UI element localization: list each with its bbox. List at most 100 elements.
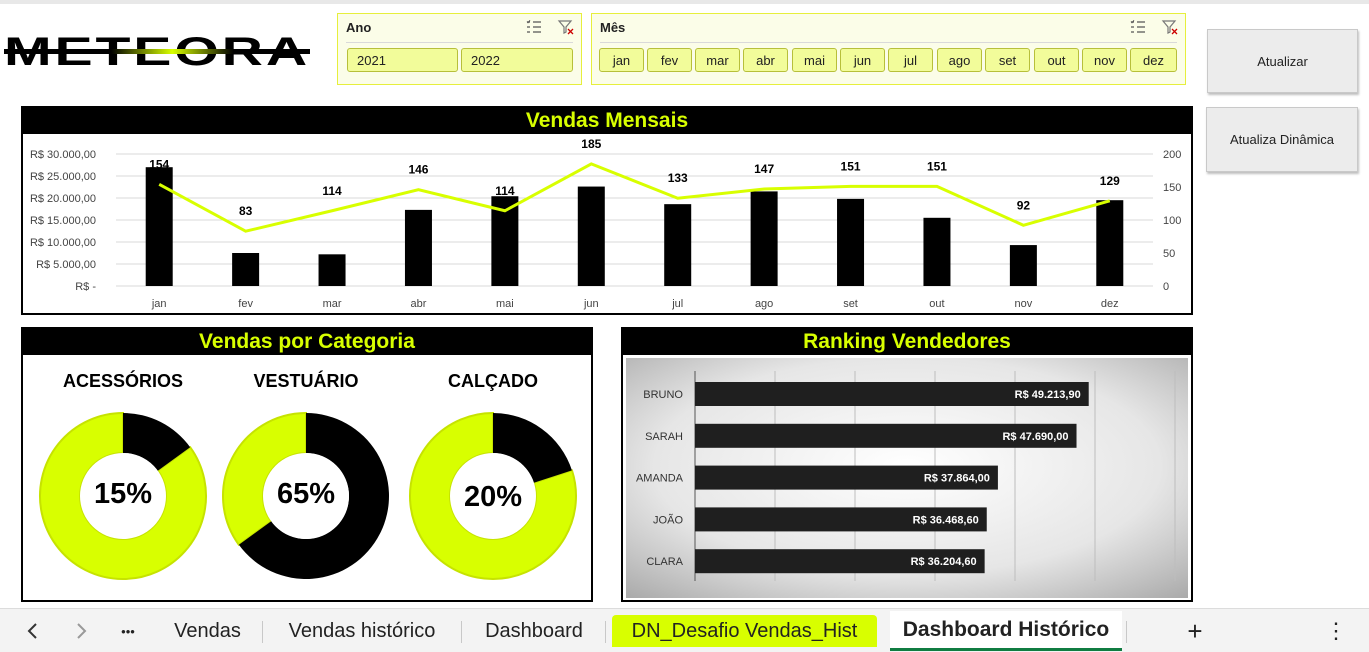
bar-fev bbox=[232, 253, 260, 286]
chevron-left-icon bbox=[27, 623, 37, 639]
data-label-fev: 83 bbox=[239, 204, 253, 218]
data-label-jun: 185 bbox=[581, 137, 601, 151]
x-tick-dez: dez bbox=[1101, 298, 1119, 310]
month-option-mai[interactable]: mai bbox=[792, 48, 837, 72]
y-tick-right: 50 bbox=[1163, 248, 1175, 260]
ranking-value-label: R$ 37.864,00 bbox=[924, 473, 990, 485]
month-option-fev[interactable]: fev bbox=[647, 48, 692, 72]
bar-nov bbox=[1009, 245, 1037, 286]
month-option-jan[interactable]: jan bbox=[599, 48, 644, 72]
category-label-vestuario: VESTUÁRIO bbox=[253, 371, 359, 391]
data-label-dez: 129 bbox=[1100, 174, 1120, 188]
tab-dashboard-historico[interactable]: Dashboard Histórico bbox=[890, 611, 1122, 651]
more-sheets-button[interactable]: ••• bbox=[110, 615, 146, 647]
data-label-mai: 114 bbox=[495, 184, 515, 198]
ranking-value-label: R$ 49.213,90 bbox=[1015, 389, 1081, 401]
ranking-panel: Ranking Vendedores BRUNO R$ 49.213,90 SARA… bbox=[621, 327, 1193, 602]
y-tick-left: R$ 30.000,00 bbox=[30, 149, 96, 161]
top-border bbox=[0, 0, 1369, 4]
category-label-calcado: CALÇADO bbox=[448, 371, 538, 391]
month-option-jun[interactable]: jun bbox=[840, 48, 885, 72]
sheet-options-button[interactable]: ⋮ bbox=[1322, 615, 1350, 647]
refresh-dynamic-button[interactable]: Atualiza Dinâmica bbox=[1206, 107, 1358, 172]
y-tick-left: R$ 5.000,00 bbox=[36, 259, 96, 271]
category-panel: Vendas por Categoria ACESSÓRIOS VESTUÁRI… bbox=[21, 327, 593, 602]
year-option-2021[interactable]: 2021 bbox=[347, 48, 458, 72]
month-option-mar[interactable]: mar bbox=[695, 48, 740, 72]
bar-jul bbox=[664, 204, 692, 286]
monthly-sales-panel: Vendas Mensais R$ 30.000,00 R$ 25.000,00 R… bbox=[21, 106, 1193, 315]
y-tick-left: R$ 20.000,00 bbox=[30, 193, 96, 205]
data-label-ago: 147 bbox=[754, 162, 774, 176]
dashboard-window: METEORA Ano 2021 2022 Mês jan fev mar ab… bbox=[0, 0, 1369, 652]
data-label-out: 151 bbox=[927, 159, 947, 173]
prev-sheet-button[interactable] bbox=[18, 615, 48, 647]
monthly-sales-title: Vendas Mensais bbox=[23, 108, 1191, 134]
ranking-name: JOÃO bbox=[653, 513, 683, 526]
ranking-value-label: R$ 36.468,60 bbox=[913, 514, 979, 526]
x-tick-set: set bbox=[843, 298, 858, 310]
y-tick-left: R$ 25.000,00 bbox=[30, 171, 96, 183]
y-tick-left: R$ 10.000,00 bbox=[30, 237, 96, 249]
tab-dashboard[interactable]: Dashboard bbox=[470, 615, 598, 647]
month-option-set[interactable]: set bbox=[985, 48, 1030, 72]
bar-dez bbox=[1096, 200, 1124, 286]
tab-vendas-historico[interactable]: Vendas histórico bbox=[272, 615, 452, 647]
pct-vestuario: 65% bbox=[276, 478, 336, 510]
clear-filter-icon[interactable] bbox=[1161, 18, 1179, 36]
y-tick-right: 200 bbox=[1163, 149, 1181, 161]
bar-set bbox=[837, 198, 865, 286]
x-tick-nov: nov bbox=[1015, 298, 1033, 310]
add-sheet-button[interactable]: + bbox=[1178, 615, 1212, 647]
month-option-out[interactable]: out bbox=[1034, 48, 1079, 72]
x-tick-ago: ago bbox=[755, 298, 773, 310]
month-slicer-title: Mês bbox=[600, 20, 626, 35]
y-tick-right: 0 bbox=[1163, 281, 1169, 293]
clear-filter-icon[interactable] bbox=[557, 18, 575, 36]
bar-mar bbox=[318, 254, 346, 286]
month-option-jul[interactable]: jul bbox=[888, 48, 933, 72]
next-sheet-button[interactable] bbox=[66, 615, 96, 647]
data-label-nov: 92 bbox=[1017, 198, 1031, 212]
x-tick-mai: mai bbox=[496, 298, 514, 310]
ranking-title: Ranking Vendedores bbox=[623, 329, 1191, 355]
ranking-name: AMANDA bbox=[636, 473, 684, 485]
y-tick-left: R$ - bbox=[75, 281, 96, 293]
multi-select-icon[interactable] bbox=[525, 18, 543, 36]
meteora-logo: METEORA bbox=[4, 32, 310, 72]
ranking-name: CLARA bbox=[646, 556, 683, 568]
ranking-value-label: R$ 36.204,60 bbox=[911, 556, 977, 568]
x-tick-jun: jun bbox=[583, 298, 599, 310]
data-label-jul: 133 bbox=[668, 171, 688, 185]
month-option-nov[interactable]: nov bbox=[1082, 48, 1127, 72]
chevron-right-icon bbox=[77, 623, 87, 639]
year-option-2022[interactable]: 2022 bbox=[461, 48, 573, 72]
data-label-jan: 154 bbox=[149, 157, 169, 171]
ranking-name: BRUNO bbox=[643, 389, 683, 401]
x-tick-mar: mar bbox=[323, 298, 342, 310]
ranking-value-label: R$ 47.690,00 bbox=[1002, 431, 1068, 443]
month-option-abr[interactable]: abr bbox=[743, 48, 788, 72]
y-tick-right: 150 bbox=[1163, 182, 1181, 194]
x-tick-jan: jan bbox=[151, 298, 167, 310]
year-slicer-title: Ano bbox=[346, 20, 372, 35]
month-option-dez[interactable]: dez bbox=[1130, 48, 1177, 72]
x-tick-jul: jul bbox=[671, 298, 683, 310]
x-tick-fev: fev bbox=[238, 298, 253, 310]
bar-out bbox=[923, 217, 951, 286]
refresh-button[interactable]: Atualizar bbox=[1207, 29, 1358, 93]
data-label-abr: 146 bbox=[408, 163, 428, 177]
year-slicer: Ano 2021 2022 bbox=[337, 13, 582, 85]
multi-select-icon[interactable] bbox=[1129, 18, 1147, 36]
bar-abr bbox=[404, 209, 432, 286]
category-label-acessorios: ACESSÓRIOS bbox=[62, 371, 184, 391]
tab-dn-desafio-vendas-hist[interactable]: DN_Desafio Vendas_Hist bbox=[612, 615, 877, 647]
y-tick-right: 100 bbox=[1163, 215, 1181, 227]
tab-vendas[interactable]: Vendas bbox=[160, 615, 255, 647]
monthly-sales-chart: R$ 30.000,00 R$ 25.000,00 R$ 20.000,00 R$ 1… bbox=[30, 137, 1181, 310]
month-option-ago[interactable]: ago bbox=[937, 48, 982, 72]
sheet-tab-bar: ••• Vendas Vendas histórico Dashboard DN… bbox=[0, 608, 1369, 652]
data-label-set: 151 bbox=[841, 159, 861, 173]
category-title: Vendas por Categoria bbox=[23, 329, 591, 355]
ranking-chart: BRUNO R$ 49.213,90 SARAH R$ 47.690,00 AMANDA… bbox=[626, 358, 1188, 598]
